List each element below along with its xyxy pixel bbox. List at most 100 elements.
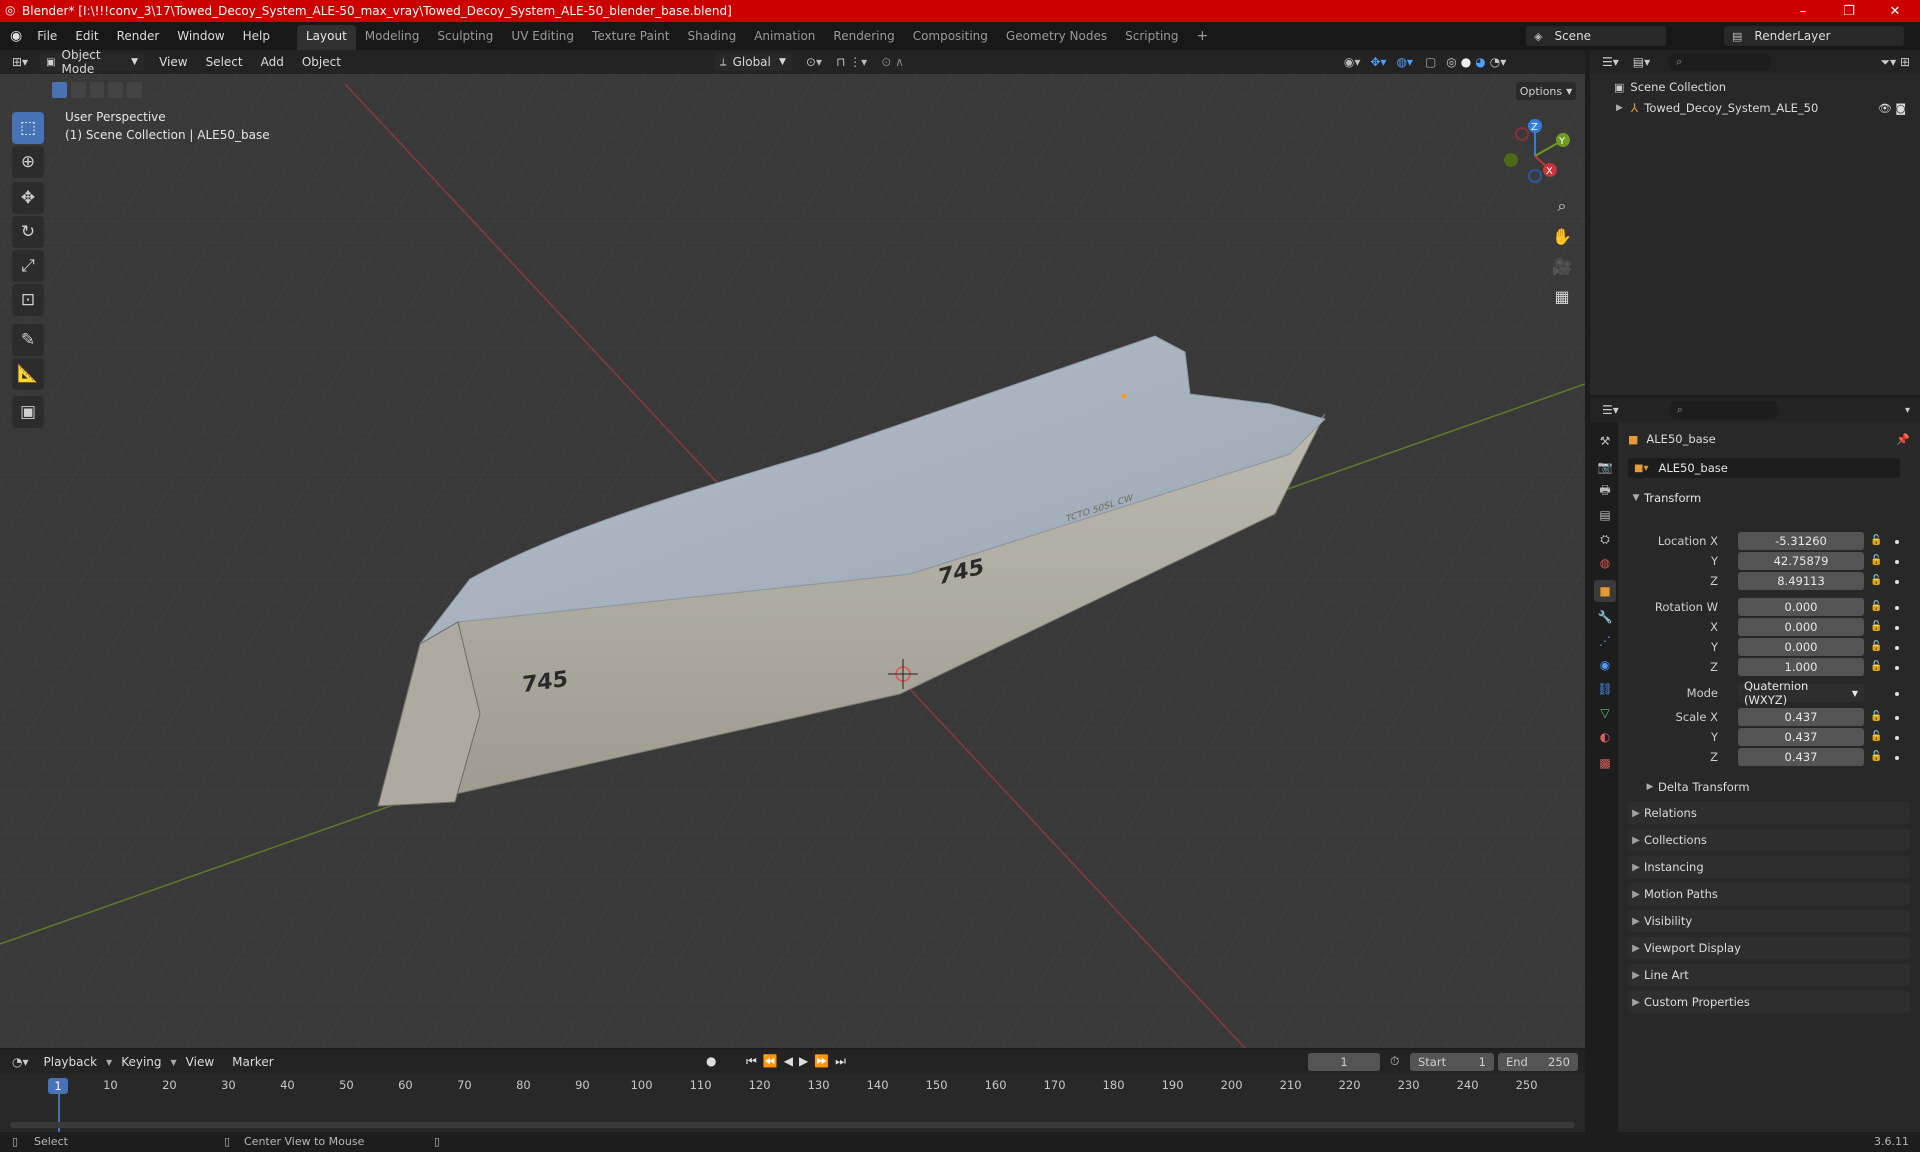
view-layer-tab-icon[interactable]: ▤ [1594, 504, 1616, 526]
lock-icon[interactable]: 🔓 [1870, 535, 1882, 546]
lock-icon[interactable]: 🔓 [1870, 575, 1882, 586]
annotate-tool-icon[interactable]: ✎ [12, 324, 44, 356]
keyframe-dot-icon[interactable] [1895, 692, 1899, 696]
keyframe-dot-icon[interactable] [1895, 666, 1899, 670]
solid-shading-icon[interactable]: ● [1461, 55, 1471, 69]
timeline-scrollbar[interactable] [10, 1122, 1575, 1128]
lock-icon[interactable]: 🔓 [1870, 641, 1882, 652]
perspective-grid-icon[interactable]: ▦ [1548, 282, 1576, 310]
pan-hand-icon[interactable]: ✋ [1548, 222, 1576, 250]
particles-tab-icon[interactable]: ⋰ [1594, 630, 1616, 652]
select-box-tool-icon[interactable]: ⬚ [12, 112, 44, 144]
overlay-toggle-icon[interactable]: ◍▾ [1396, 55, 1413, 69]
panel-motion-paths[interactable]: ▶ Motion Paths [1628, 883, 1910, 905]
modifier-tab-icon[interactable]: 🔧 [1594, 606, 1616, 628]
rotation-mode-dropdown[interactable]: Quaternion (WXYZ) ▼ [1738, 679, 1864, 707]
menu-file[interactable]: File [28, 22, 66, 50]
tab-scripting[interactable]: Scripting [1116, 25, 1187, 50]
scale-y-field[interactable]: 0.437 [1738, 728, 1864, 746]
tab-uv-editing[interactable]: UV Editing [502, 25, 583, 50]
menu-add[interactable]: Add [252, 48, 293, 76]
data-tab-icon[interactable]: ▽ [1594, 702, 1616, 724]
properties-editor-icon[interactable]: ☰▾ [1602, 403, 1619, 417]
menu-keying[interactable]: Keying [112, 1048, 170, 1076]
tab-animation[interactable]: Animation [745, 25, 824, 50]
filter-icon[interactable]: ⏷▾ ⊞ [1881, 55, 1911, 70]
keyframe-dot-icon[interactable] [1895, 540, 1899, 544]
tab-geometry-nodes[interactable]: Geometry Nodes [997, 25, 1116, 50]
panel-visibility[interactable]: ▶ Visibility [1628, 910, 1910, 932]
menu-object[interactable]: Object [293, 48, 350, 76]
camera-view-icon[interactable]: 🎥 [1548, 252, 1576, 280]
material-shading-icon[interactable]: ◕ [1475, 55, 1485, 69]
record-icon[interactable]: ● [706, 1054, 716, 1068]
visibility-eye-icon[interactable]: 👁 ◙ [1878, 102, 1906, 115]
lock-icon[interactable]: 🔓 [1870, 731, 1882, 742]
menu-view[interactable]: View [150, 48, 196, 76]
panel-collections[interactable]: ▶ Collections [1628, 829, 1910, 851]
blender-menu-icon[interactable]: ◉ [10, 28, 22, 44]
select-new-icon[interactable] [52, 82, 67, 98]
snap-icon[interactable]: ⊓ ⋮▾ [836, 55, 867, 69]
menu-playback[interactable]: Playback [35, 1048, 107, 1076]
select-intersect-icon[interactable] [127, 82, 142, 98]
frame-ruler[interactable]: 1102030405060708090100110120130140150160… [0, 1078, 1585, 1096]
tab-shading[interactable]: Shading [678, 25, 745, 50]
keyframe-dot-icon[interactable] [1895, 626, 1899, 630]
current-frame-field[interactable]: 1 [1308, 1053, 1380, 1071]
tab-modeling[interactable]: Modeling [356, 25, 429, 50]
clock-icon[interactable]: ⏱ [1390, 1054, 1399, 1069]
add-workspace-button[interactable]: + [1188, 25, 1218, 50]
menu-window[interactable]: Window [168, 22, 233, 50]
select-extend-icon[interactable] [70, 82, 86, 98]
navigation-gizmo[interactable]: Z Y X [1495, 116, 1575, 196]
display-mode-icon[interactable]: ▤▾ [1633, 55, 1650, 69]
tab-rendering[interactable]: Rendering [824, 25, 903, 50]
add-cube-tool-icon[interactable]: ▣ [12, 396, 44, 428]
expand-chevron-icon[interactable]: ▶ [1616, 103, 1623, 113]
rotation-x-field[interactable]: 0.000 [1738, 618, 1864, 636]
object-tab-icon[interactable]: ■ [1594, 580, 1616, 602]
location-z-field[interactable]: 8.49113 [1738, 572, 1864, 590]
menu-edit[interactable]: Edit [66, 22, 107, 50]
keyframe-dot-icon[interactable] [1895, 756, 1899, 760]
keyframe-dot-icon[interactable] [1895, 716, 1899, 720]
panel-instancing[interactable]: ▶ Instancing [1628, 856, 1910, 878]
tab-layout[interactable]: Layout [296, 25, 356, 50]
zoom-icon[interactable]: ⌕ [1548, 192, 1576, 220]
rotation-y-field[interactable]: 0.000 [1738, 638, 1864, 656]
lock-icon[interactable]: 🔓 [1870, 661, 1882, 672]
gizmo-toggle-icon[interactable]: ✥▾ [1370, 55, 1386, 69]
editor-type-icon[interactable]: ⊞▾ [12, 55, 28, 69]
outliner-item-scene-collection[interactable]: ▣ Scene Collection [1614, 80, 1726, 94]
material-tab-icon[interactable]: ◐ [1594, 726, 1616, 748]
lock-icon[interactable]: 🔓 [1870, 711, 1882, 722]
3d-viewport[interactable]: 745 745 TCTO 50SL CW ⬚ ⊕ ✥ ↻ ⤢ ⊡ ✎ 📐 ▣ U… [0, 74, 1585, 1048]
renderlayer-selector[interactable]: ▤ RenderLayer [1724, 26, 1904, 46]
rotate-tool-icon[interactable]: ↻ [12, 216, 44, 248]
proportional-edit-icon[interactable]: ⊙ ∧ [881, 55, 904, 69]
rotation-w-field[interactable]: 0.000 [1738, 598, 1864, 616]
lock-icon[interactable]: 🔓 [1870, 621, 1882, 632]
start-frame-field[interactable]: Start 1 [1410, 1053, 1494, 1071]
rendered-shading-icon[interactable]: ◔▾ [1490, 55, 1507, 69]
tab-texture-paint[interactable]: Texture Paint [583, 25, 678, 50]
tab-compositing[interactable]: Compositing [904, 25, 997, 50]
transform-panel-header[interactable]: ▼ Transform [1628, 488, 1910, 508]
scene-tab-icon[interactable]: ⛭ [1594, 528, 1616, 550]
panel-viewport-display[interactable]: ▶ Viewport Display [1628, 937, 1910, 959]
cursor-tool-icon[interactable]: ⊕ [12, 146, 44, 178]
chevron-down-icon[interactable]: ▾ [1905, 405, 1910, 416]
keyframe-dot-icon[interactable] [1895, 646, 1899, 650]
xray-icon[interactable]: ▢ [1425, 55, 1436, 69]
tab-sculpting[interactable]: Sculpting [428, 25, 502, 50]
menu-marker[interactable]: Marker [223, 1048, 282, 1076]
end-frame-field[interactable]: End 250 [1498, 1053, 1578, 1071]
outliner-editor-icon[interactable]: ☰▾ [1602, 55, 1619, 69]
location-y-field[interactable]: 42.75879 [1738, 552, 1864, 570]
visibility-icon[interactable]: ◉▾ [1344, 55, 1361, 69]
constraints-tab-icon[interactable]: ⛓ [1594, 678, 1616, 700]
keyframe-dot-icon[interactable] [1895, 580, 1899, 584]
gizmo-neg-y-icon[interactable] [1504, 153, 1518, 167]
physics-tab-icon[interactable]: ◉ [1594, 654, 1616, 676]
